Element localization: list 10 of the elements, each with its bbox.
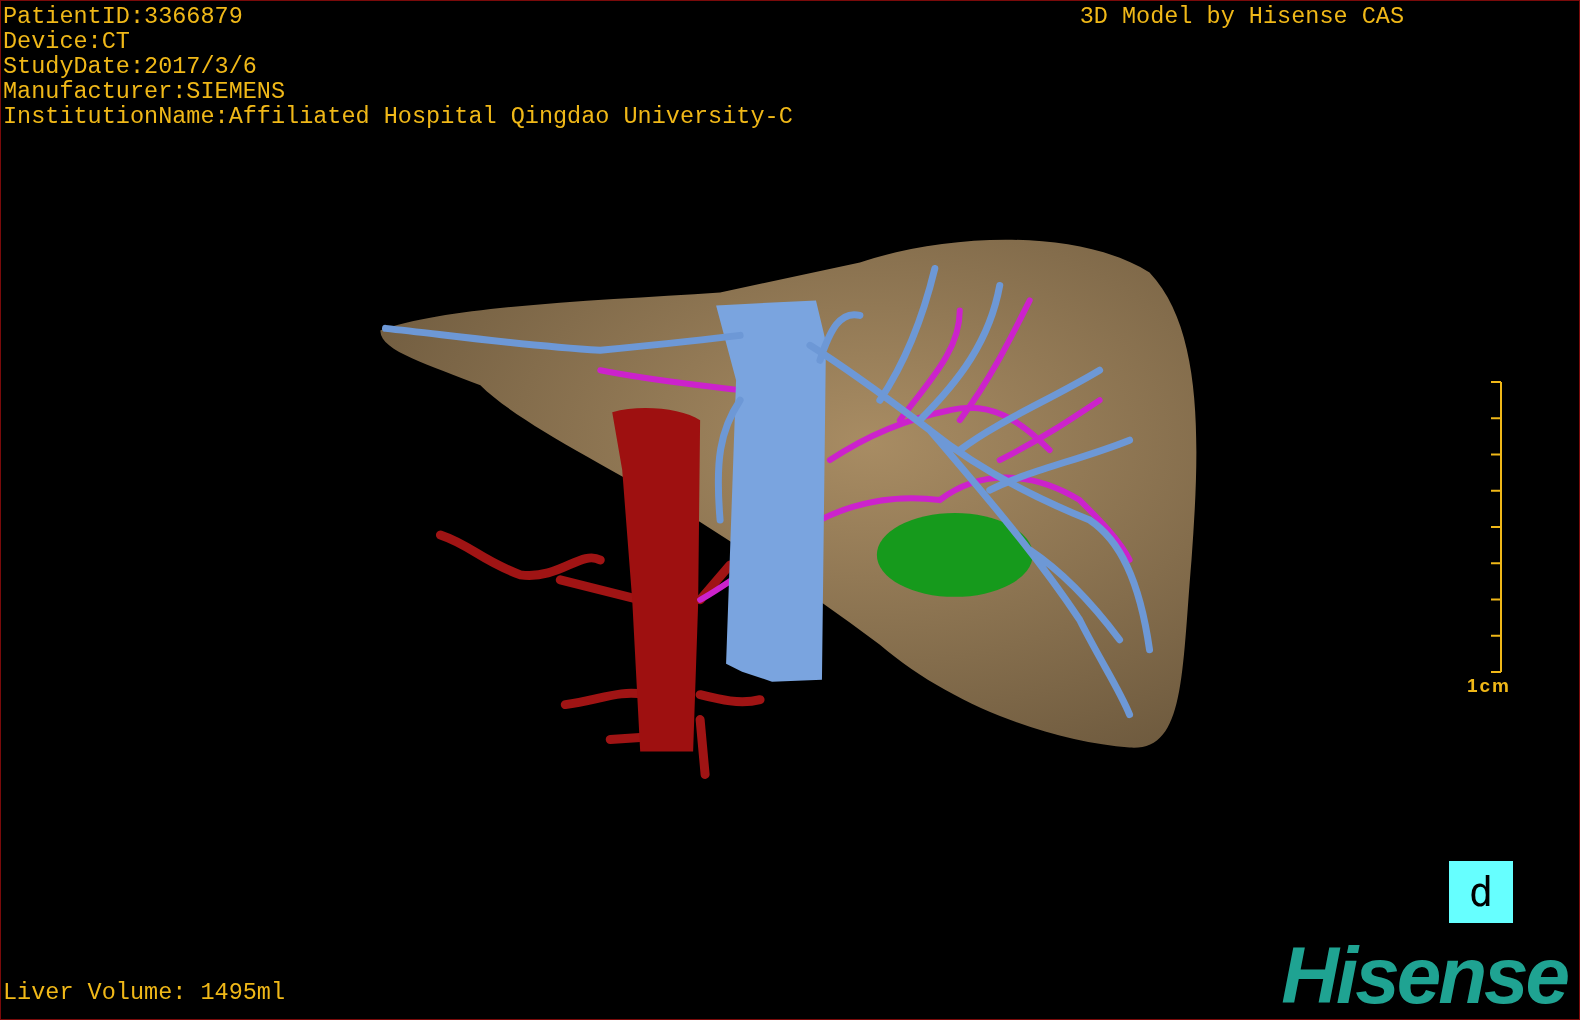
info-text: Manufacturer:SIEMENS — [3, 79, 287, 104]
info-text: PatientID:3366879 — [3, 4, 244, 29]
panel-label: d — [1449, 861, 1513, 923]
liver-volume-text: Liver Volume: 1495ml — [3, 980, 286, 1005]
info-text: InstitutionName:Affiliated Hospital Qingdao University-C — [3, 104, 793, 129]
viewer-title: 3D Model by Hisense CAS — [1079, 4, 1404, 29]
info-text: StudyDate:2017/3/6 — [3, 54, 258, 79]
logo: Hisense — [1281, 945, 1569, 1007]
info-text: Device:CT — [3, 29, 131, 54]
scale-label: 1cm — [1467, 675, 1511, 697]
